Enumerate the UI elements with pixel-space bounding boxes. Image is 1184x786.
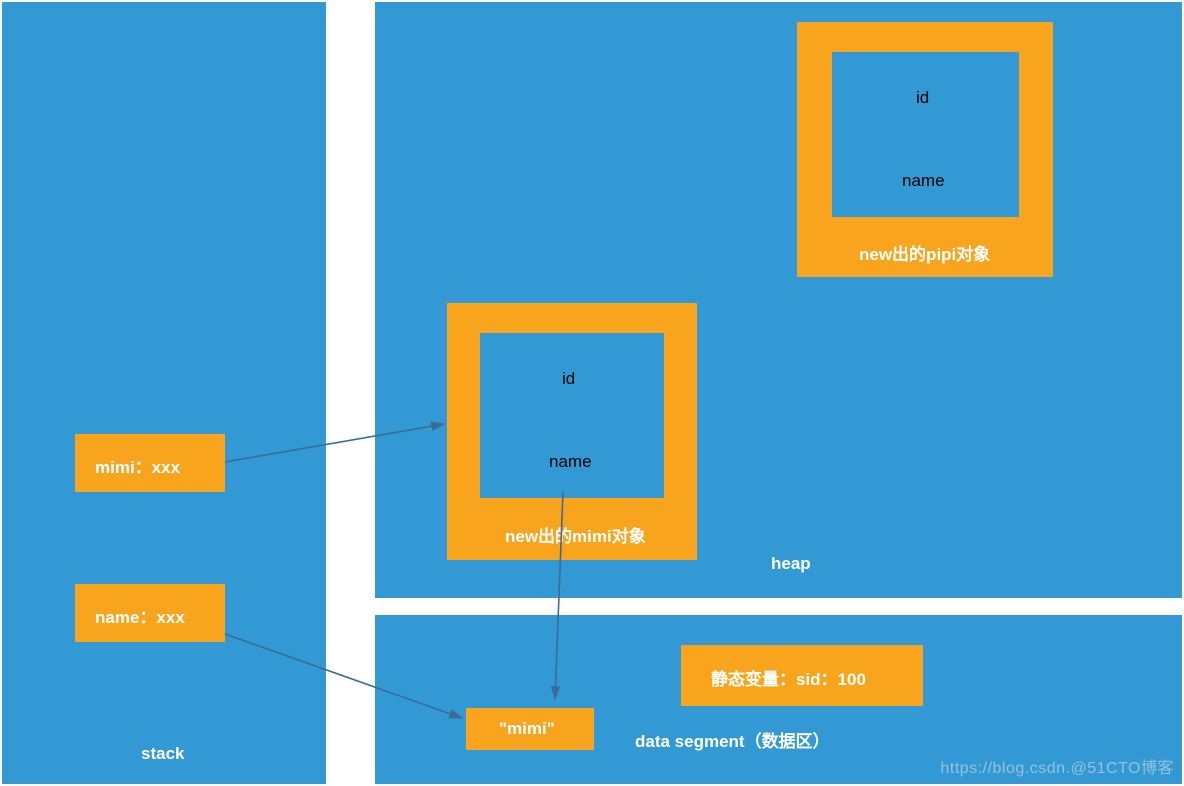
watermark: https://blog.csdn.@51CTO博客 (941, 754, 1175, 778)
heap-mimi-object: id name new出的mimi对象 (447, 303, 697, 560)
heap-mimi-inner: id name (480, 333, 664, 498)
heap-title: heap (771, 554, 811, 574)
stack-title: stack (141, 744, 184, 764)
heap-pipi-object: id name new出的pipi对象 (797, 22, 1053, 277)
stack-mimi-box: mimi：xxx (75, 434, 225, 492)
data-segment-title: data segment（数据区） (635, 727, 830, 752)
heap-pipi-caption: new出的pipi对象 (859, 240, 990, 265)
heap-mimi-field-name: name (549, 452, 592, 472)
stack-panel: mimi：xxx name：xxx stack (2, 2, 326, 784)
heap-mimi-field-id: id (562, 369, 575, 389)
heap-pipi-inner: id name (832, 52, 1019, 217)
data-mimi-literal-box: "mimi" (466, 708, 594, 750)
heap-panel: id name new出的mimi对象 id name new出的pipi对象 … (375, 2, 1182, 598)
heap-mimi-caption: new出的mimi对象 (505, 522, 646, 547)
heap-pipi-field-id: id (916, 88, 929, 108)
stack-name-box: name：xxx (75, 584, 225, 642)
heap-pipi-field-name: name (902, 171, 945, 191)
stack-name-label: name：xxx (95, 603, 185, 628)
data-static-var-box: 静态变量：sid：100 (681, 645, 923, 706)
data-mimi-literal: "mimi" (499, 719, 555, 739)
data-static-var: 静态变量：sid：100 (711, 665, 866, 690)
stack-mimi-label: mimi：xxx (95, 453, 180, 478)
